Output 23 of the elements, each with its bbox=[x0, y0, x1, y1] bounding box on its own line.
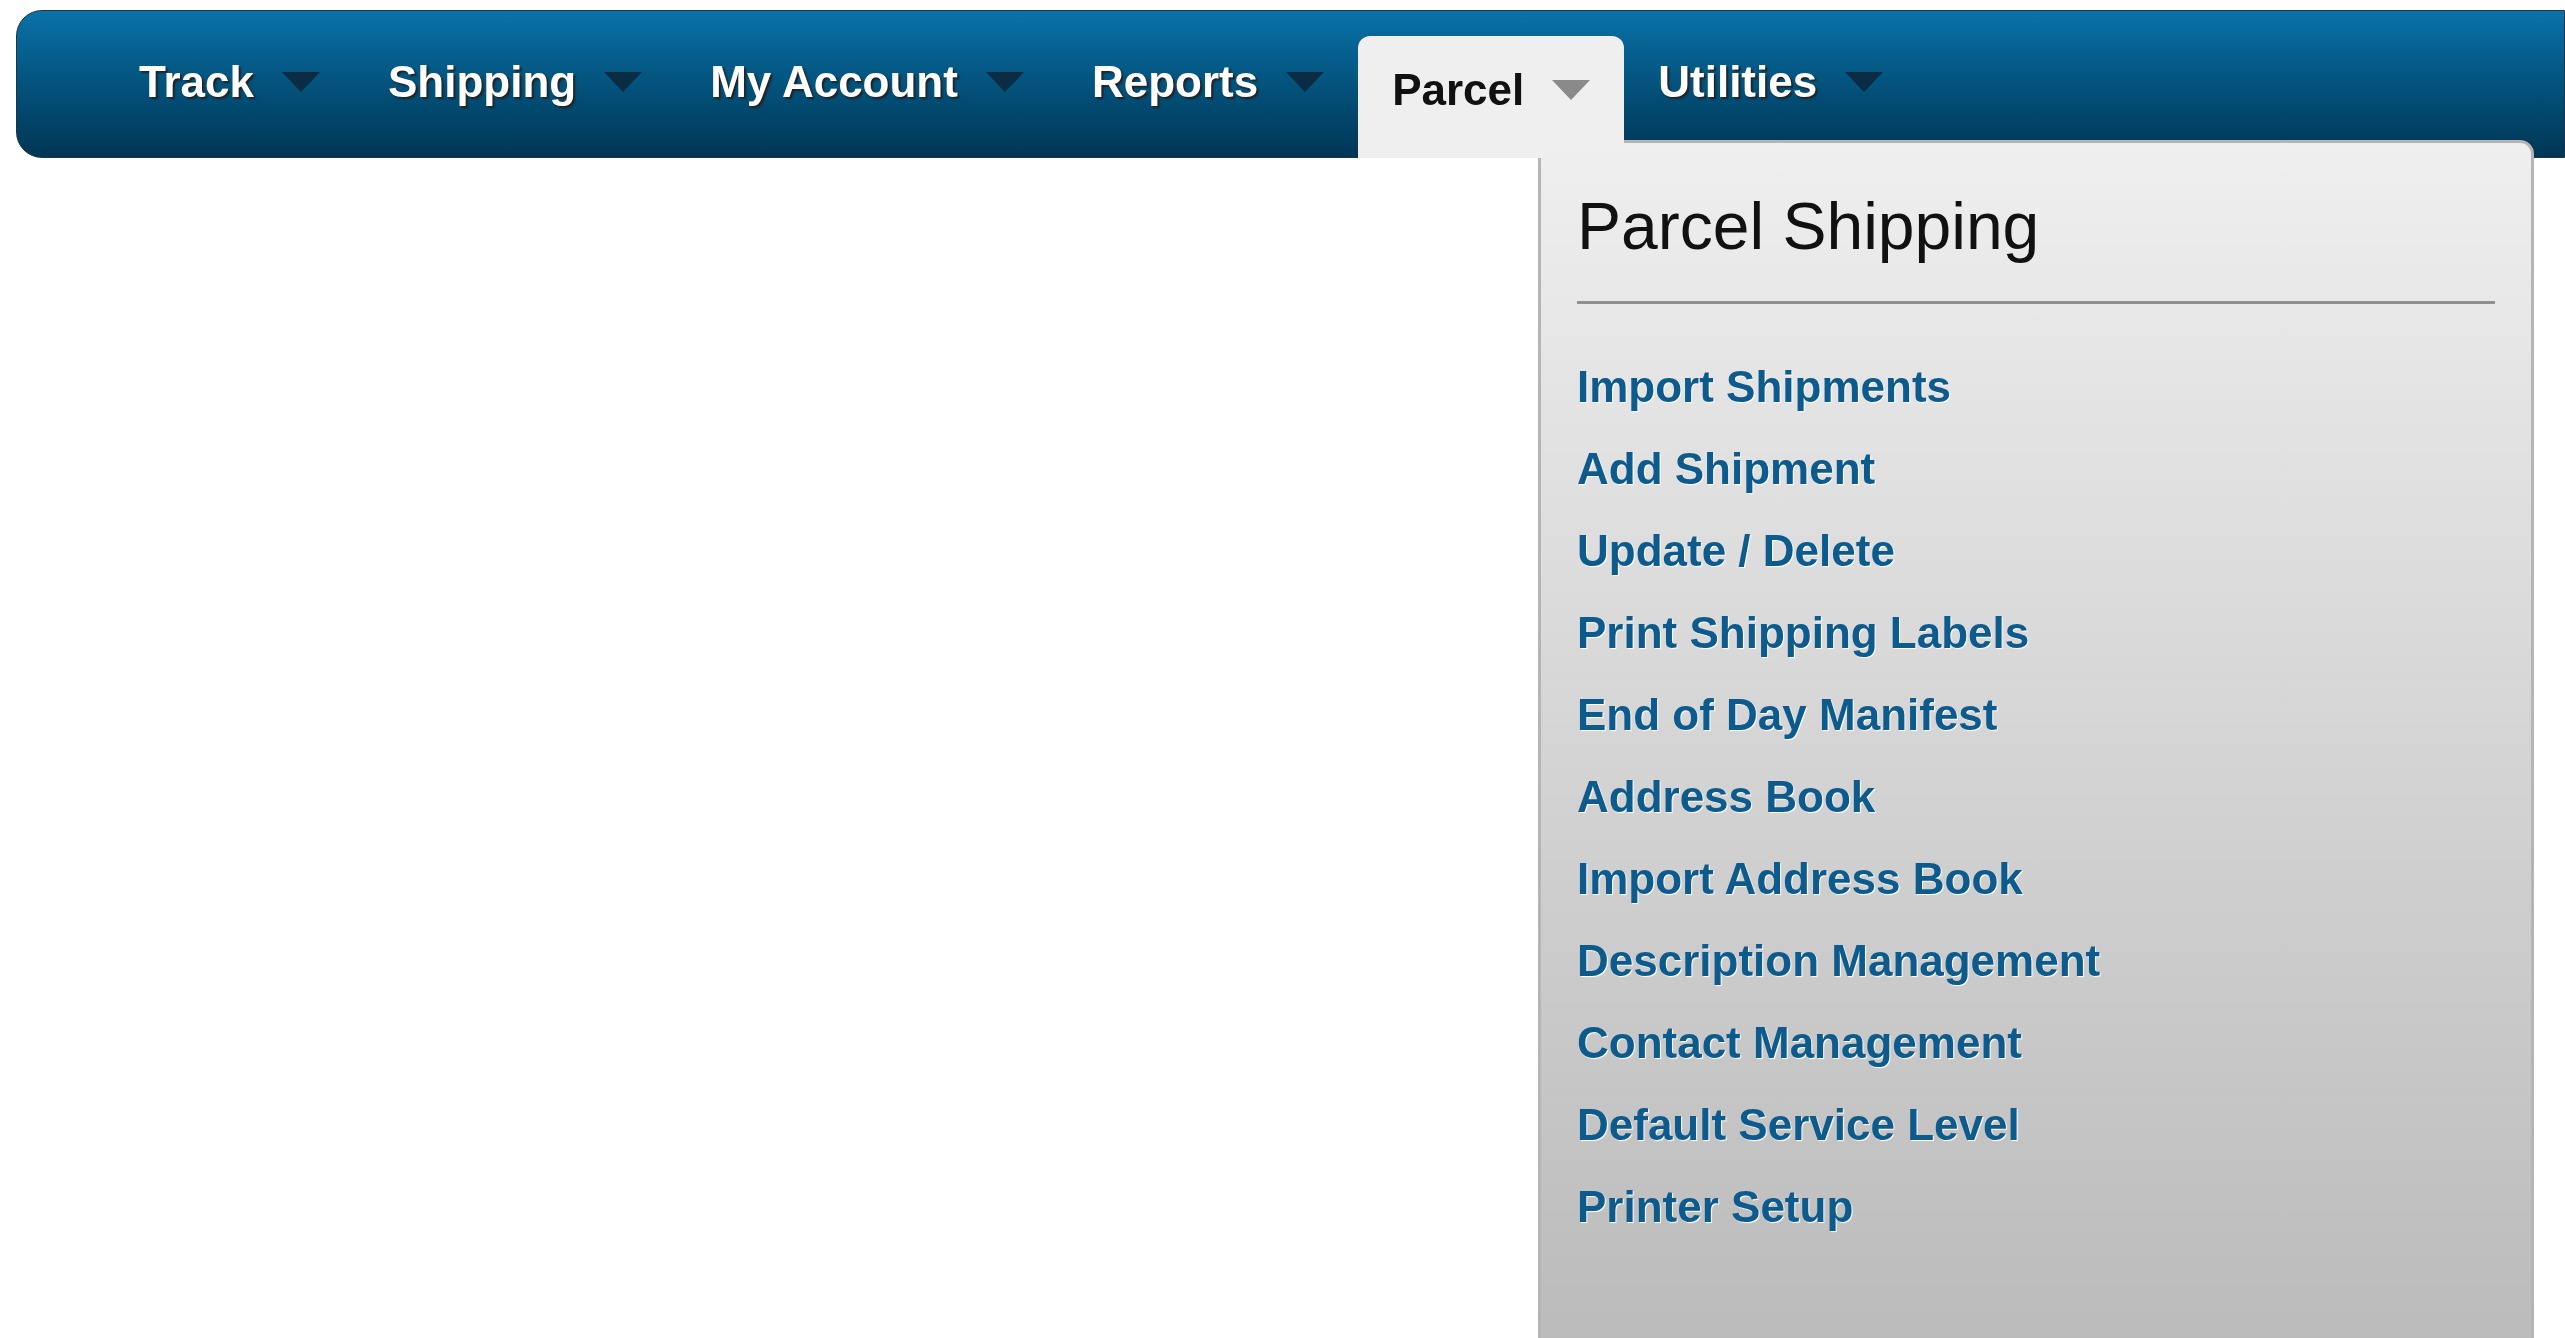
nav-tab[interactable]: My Account bbox=[676, 11, 1058, 157]
caret-icon bbox=[1552, 80, 1591, 100]
caret-icon bbox=[282, 72, 320, 92]
caret-icon bbox=[985, 72, 1024, 92]
menu-link[interactable]: Contact Management bbox=[1577, 1002, 2022, 1084]
nav-tab[interactable]: Utilities bbox=[1624, 11, 1918, 157]
nav-tab[interactable]: Shipping bbox=[354, 11, 677, 157]
menu-link[interactable]: Import Shipments bbox=[1577, 346, 1952, 428]
menu-link[interactable]: End of Day Manifest bbox=[1577, 674, 1998, 756]
menu-link[interactable]: Import Address Book bbox=[1577, 838, 2023, 920]
caret-icon bbox=[1286, 72, 1325, 92]
menu-link[interactable]: Update / Delete bbox=[1577, 510, 1895, 592]
nav-tab[interactable]: Parcel bbox=[1358, 36, 1625, 158]
caret-icon bbox=[604, 72, 643, 92]
menu-link[interactable]: Default Service Level bbox=[1577, 1084, 2020, 1166]
caret-icon bbox=[1845, 72, 1884, 92]
menu-link[interactable]: Add Shipment bbox=[1577, 428, 1876, 510]
nav-tab[interactable]: Reports bbox=[1057, 11, 1359, 157]
menu-link[interactable]: Description Management bbox=[1577, 920, 2101, 1002]
menu-link[interactable]: Address Book bbox=[1577, 756, 1876, 838]
nav-tab[interactable]: Track bbox=[105, 11, 354, 157]
menu-link[interactable]: Printer Setup bbox=[1577, 1166, 1854, 1248]
menu-link[interactable]: Print Shipping Labels bbox=[1577, 592, 2030, 674]
